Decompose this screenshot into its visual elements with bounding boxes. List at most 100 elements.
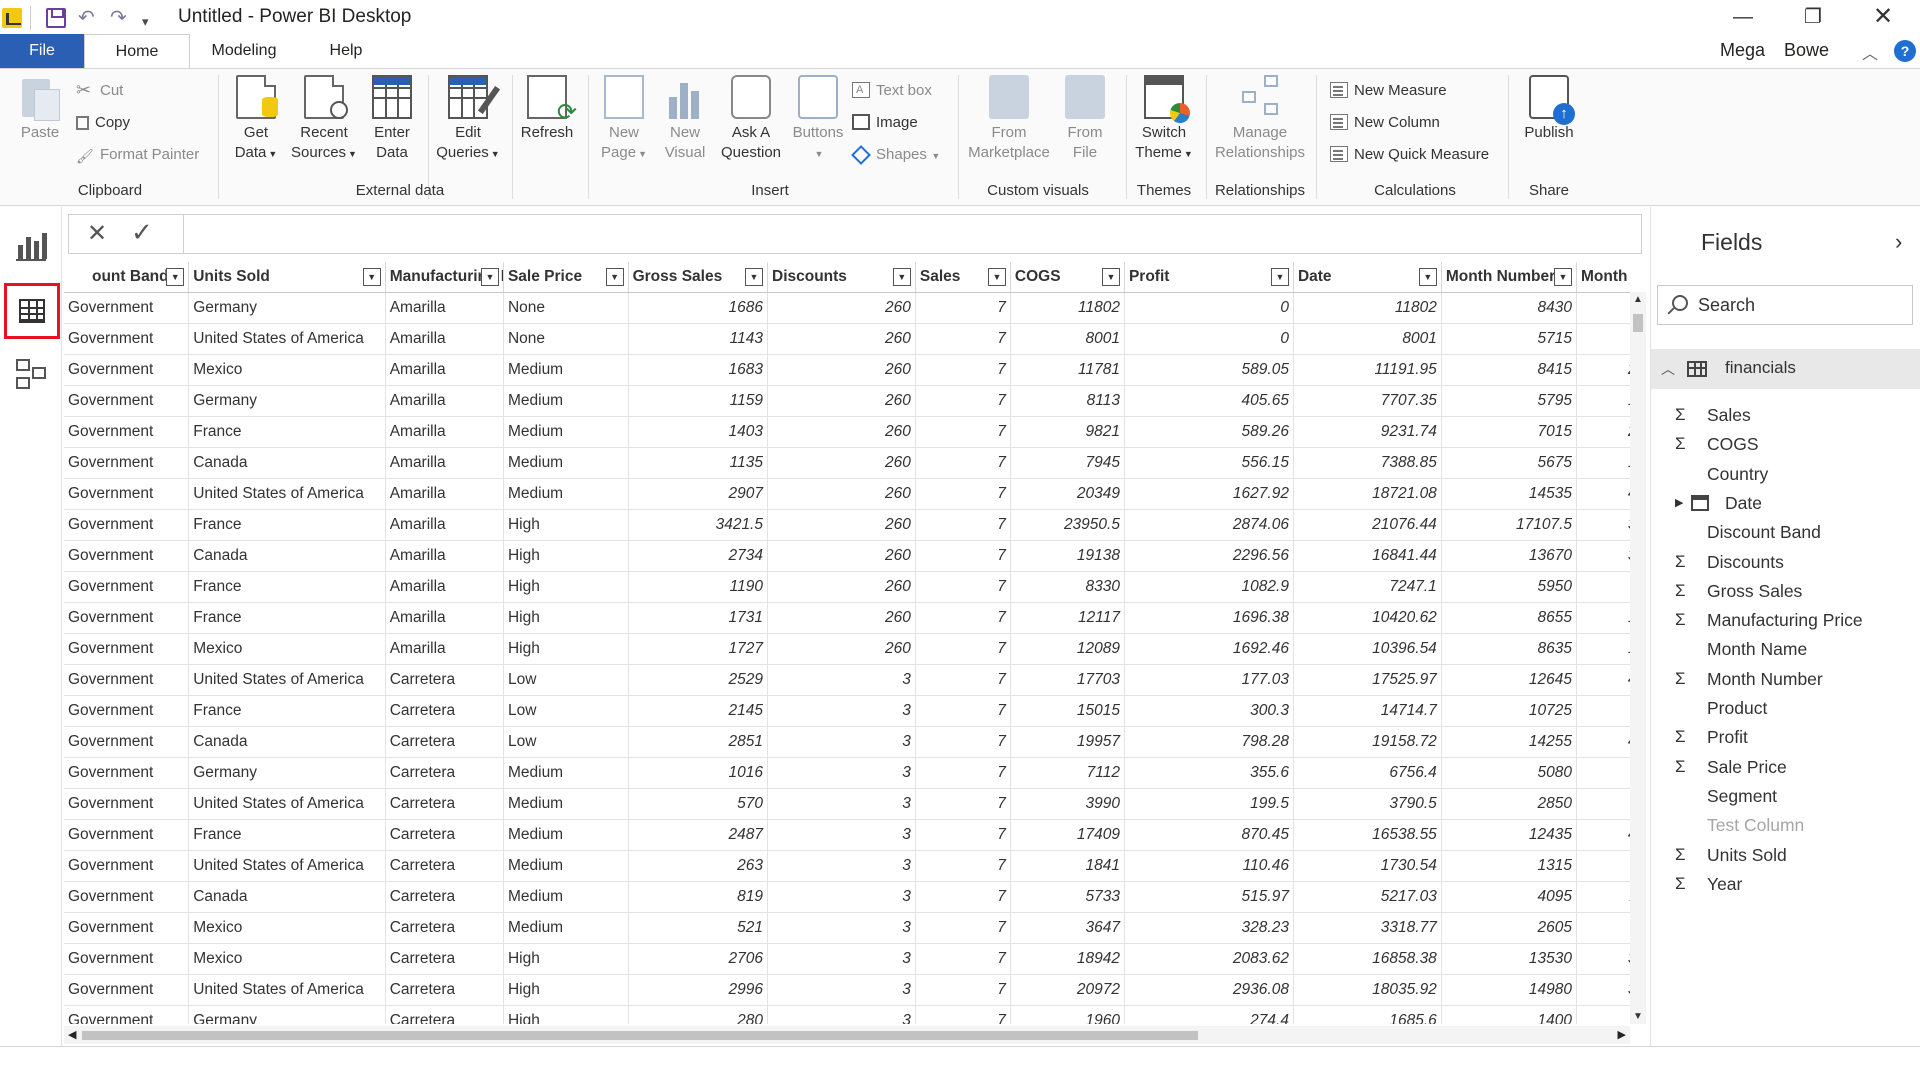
filter-dropdown-icon[interactable]: ▼ [987,268,1006,286]
table-cell[interactable]: 589.26 [1124,416,1294,448]
table-cell[interactable]: Medium [503,385,629,417]
table-cell[interactable]: 260 [767,447,916,479]
table-cell[interactable]: 0 [1124,323,1294,355]
scroll-right-icon[interactable]: ▶ [1618,1028,1626,1041]
table-cell[interactable]: 285.6 [1576,1005,1630,1024]
table-cell[interactable]: 1403 [628,416,769,448]
table-cell[interactable]: Government [64,416,190,448]
table-cell[interactable]: 7 [915,602,1011,634]
table-cell[interactable]: 15015 [1010,695,1125,727]
paste-button[interactable]: Paste [16,75,64,143]
table-cell[interactable]: 570 [628,788,769,820]
shapes-button[interactable]: Shapes ▼ [852,143,940,167]
filter-dropdown-icon[interactable]: ▼ [1554,268,1572,286]
table-cell[interactable]: Medium [503,881,629,913]
table-cell[interactable]: 3 [767,850,916,882]
table-cell[interactable]: Medium [503,757,629,789]
table-cell[interactable]: 7 [915,664,1011,696]
new-measure-button[interactable]: New Measure [1330,79,1447,103]
table-cell[interactable]: Carretera [385,912,504,944]
table-cell[interactable]: Carretera [385,1005,504,1024]
table-cell[interactable]: United States of America [188,323,386,355]
table-cell[interactable]: 13670 [1441,540,1578,572]
table-cell[interactable]: Canada [188,881,386,913]
table-cell[interactable]: Canada [188,447,386,479]
table-cell[interactable]: 7 [915,571,1011,603]
table-cell[interactable]: 1731 [628,602,769,634]
table-cell[interactable]: 260 [767,540,916,572]
table-cell[interactable]: 3647 [1010,912,1125,944]
table-cell[interactable]: Germany [188,757,386,789]
table-cell[interactable]: 7388.85 [1293,447,1442,479]
table-cell[interactable]: 300.3 [1124,695,1294,727]
table-cell[interactable]: 1685.6 [1293,1005,1442,1024]
table-cell[interactable]: Government [64,912,190,944]
vertical-scrollbar[interactable]: ▲ ▼ [1630,292,1646,1024]
table-cell[interactable]: 7 [915,323,1011,355]
table-cell[interactable]: 177.03 [1124,664,1294,696]
table-cell[interactable]: 7945 [1010,447,1125,479]
table-cell[interactable]: 16538.55 [1293,819,1442,851]
table-cell[interactable]: 199.5 [1124,788,1294,820]
table-financials[interactable]: ︿ financials [1651,349,1920,389]
ask-question-button[interactable]: Ask A Question [716,75,786,163]
table-cell[interactable]: 7 [915,788,1011,820]
table-cell[interactable]: Government [64,788,190,820]
formula-input[interactable] [189,217,1629,251]
tab-help[interactable]: Help [310,34,382,68]
table-cell[interactable]: 260 [767,416,916,448]
table-cell[interactable]: 3968.94 [1576,509,1630,541]
table-cell[interactable]: 11781 [1010,354,1125,386]
table-cell[interactable]: 260 [767,385,916,417]
column-header[interactable]: Manufacturing Price▼ [385,262,504,293]
table-cell[interactable]: Government [64,633,190,665]
table-cell[interactable]: Medium [503,850,629,882]
table-cell[interactable]: 1841 [1010,850,1125,882]
table-cell[interactable]: 0 [1124,292,1294,324]
table-cell[interactable]: 8415 [1441,354,1578,386]
table-cell[interactable]: 7 [915,943,1011,975]
table-cell[interactable]: 1190 [628,571,769,603]
column-header[interactable]: Units Sold ▼ [188,262,386,293]
table-cell[interactable]: Amarilla [385,540,504,572]
table-cell[interactable]: 2145 [628,695,769,727]
text-box-button[interactable]: Text box [852,79,932,103]
table-cell[interactable]: 18721.08 [1293,478,1442,510]
table-cell[interactable]: Medium [503,354,629,386]
table-cell[interactable]: 3 [767,912,916,944]
column-header[interactable]: COGS ▼ [1010,262,1125,293]
table-cell[interactable]: 1676.4 [1576,757,1630,789]
table-cell[interactable]: 5733 [1010,881,1125,913]
table-cell[interactable]: 274.4 [1124,1005,1294,1024]
table-cell[interactable]: Medium [503,788,629,820]
get-data-button[interactable]: Get Data ▼ [228,75,284,164]
table-cell[interactable]: 2874.06 [1124,509,1294,541]
table-cell[interactable]: Amarilla [385,354,504,386]
filter-dropdown-icon[interactable]: ▼ [1270,268,1289,286]
table-cell[interactable]: Amarilla [385,323,504,355]
table-row[interactable]: Government Canada Amarilla High 2734 260 7 1913… [64,540,1630,572]
from-file-button[interactable]: From File [1060,75,1110,163]
scroll-down-icon[interactable]: ▼ [1633,1011,1643,1022]
table-cell[interactable]: 1082.9 [1124,571,1294,603]
table-cell[interactable]: 20972 [1010,974,1125,1006]
table-cell[interactable]: 1730.54 [1293,850,1442,882]
table-cell[interactable]: 521 [628,912,769,944]
table-cell[interactable]: 7707.35 [1293,385,1442,417]
search-box[interactable] [1657,285,1913,325]
table-cell[interactable]: 10420.62 [1293,602,1442,634]
customize-toolbar-icon[interactable]: ▾ [142,10,149,34]
table-cell[interactable]: Germany [188,292,386,324]
redo-icon[interactable]: ↷ [110,6,127,30]
table-cell[interactable]: 7 [915,292,1011,324]
table-row[interactable]: Government Mexico Carretera High 2706 3 7 18942… [64,943,1630,975]
table-cell[interactable]: 8330 [1010,571,1125,603]
table-cell[interactable]: 3 [767,819,916,851]
table-cell[interactable]: 12089 [1010,633,1125,665]
table-cell[interactable]: High [503,571,629,603]
table-cell[interactable]: 7015 [1441,416,1578,448]
restore-button[interactable]: ❐ [1784,0,1842,34]
table-cell[interactable]: 12117 [1010,602,1125,634]
table-row[interactable]: Government France Amarilla High 3421.5 260 7 23… [64,509,1630,541]
table-cell[interactable]: Government [64,447,190,479]
